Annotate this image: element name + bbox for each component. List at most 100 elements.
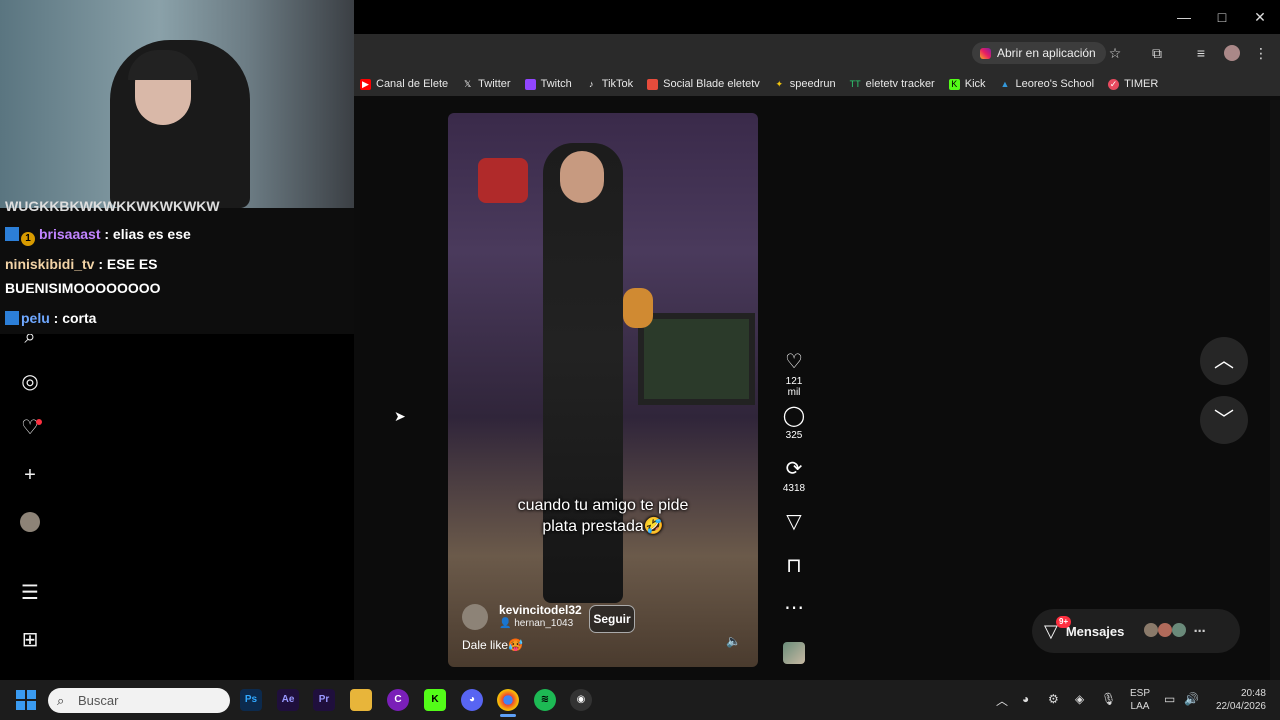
notification-dot: [36, 419, 42, 425]
author-username[interactable]: kevincitodel32: [499, 603, 582, 617]
bookmark-speedrun[interactable]: ✦ speedrun: [774, 78, 835, 90]
address-bar[interactable]: [354, 34, 1280, 72]
microphone-icon[interactable]: 🎙: [1101, 692, 1116, 706]
instagram-icon: [980, 47, 991, 59]
more-options-action[interactable]: ⋯: [780, 596, 808, 620]
profile-avatar-nav[interactable]: [20, 512, 40, 532]
repost-action[interactable]: ⟳ 4318: [780, 457, 808, 494]
chrome-icon[interactable]: [497, 689, 519, 711]
audio-thumbnail[interactable]: [783, 642, 805, 664]
author-avatar[interactable]: [462, 604, 488, 630]
bookmark-canal-de-elete[interactable]: ▶ Canal de Elete: [360, 78, 448, 90]
menu-icon[interactable]: ⋮: [1252, 44, 1270, 62]
chevron-up-icon: ︿: [1214, 350, 1234, 372]
volume-icon[interactable]: 🔈: [726, 634, 741, 648]
send-icon[interactable]: ▽: [780, 510, 808, 534]
comment-action[interactable]: ◯ 325: [780, 404, 808, 441]
search-icon: ⌕: [57, 693, 65, 708]
explore-icon[interactable]: ◎: [18, 370, 42, 394]
timer-icon: ✓: [1108, 78, 1120, 90]
twitch-icon: [524, 78, 536, 90]
more-menu-icon[interactable]: ☰: [18, 581, 42, 605]
bookmark-leoreos-school[interactable]: ▲ Leoreo's School: [1000, 78, 1095, 90]
taskbar-search-input[interactable]: ⌕ Buscar: [48, 688, 230, 713]
security-tray-icon[interactable]: ◈: [1075, 692, 1084, 706]
bookmark-tiktok[interactable]: ♪ TikTok: [586, 78, 633, 90]
comment-icon[interactable]: ◯: [780, 404, 808, 428]
avatar: [1171, 622, 1186, 637]
x-icon: 𝕏: [464, 78, 472, 89]
bookmark-icon[interactable]: ⊓: [780, 554, 808, 578]
volume-tray-icon[interactable]: 🔊: [1184, 692, 1199, 706]
bookmark-kick[interactable]: K Kick: [948, 78, 986, 90]
bookmark-twitter[interactable]: 𝕏 Twitter: [462, 78, 511, 90]
photoshop-icon[interactable]: Ps: [240, 689, 262, 711]
repost-icon[interactable]: ⟳: [780, 457, 808, 481]
follow-button[interactable]: Seguir: [589, 605, 635, 633]
bookmark-twitch[interactable]: Twitch: [524, 78, 572, 90]
chat-message: pelu : corta: [5, 310, 96, 326]
socialblade-icon: [647, 78, 659, 90]
more-dots-icon: ⋯: [1193, 624, 1206, 638]
discord-tray-icon[interactable]: ◕: [1022, 692, 1029, 706]
language-indicator[interactable]: ESP LAA: [1130, 687, 1150, 713]
speedrun-icon: ✦: [775, 78, 784, 89]
kick-app-icon[interactable]: K: [424, 689, 446, 711]
create-plus-icon[interactable]: +: [18, 463, 42, 487]
avatar: [1158, 622, 1173, 637]
apps-grid-icon[interactable]: ⊞: [18, 628, 42, 652]
share-action[interactable]: ▽: [780, 510, 808, 534]
youtube-play-button-decor: [478, 158, 528, 203]
tracker-icon: TT: [849, 78, 861, 89]
food-item: [623, 288, 653, 328]
avatar: [1144, 622, 1159, 637]
show-hidden-icons-icon[interactable]: ︿: [996, 692, 1008, 709]
school-icon: ▲: [1000, 78, 1010, 89]
save-action[interactable]: ⊓: [780, 554, 808, 578]
chat-message-continued: BUENISIMOOOOOOOO: [5, 280, 161, 296]
extensions-icon[interactable]: ⧉: [1148, 44, 1166, 62]
tiktok-icon: ♪: [589, 78, 594, 89]
steam-tray-icon[interactable]: ⚙: [1048, 692, 1059, 706]
person-icon: 👤: [499, 618, 515, 629]
bookmark-social-blade[interactable]: Social Blade eletetv: [647, 78, 760, 90]
clock[interactable]: 20:48 22/04/2026: [1208, 687, 1266, 713]
discord-icon[interactable]: ◕: [461, 689, 483, 711]
messages-label: Mensajes: [1065, 623, 1125, 639]
after-effects-icon[interactable]: Ae: [277, 689, 299, 711]
collab-username[interactable]: 👤 hernan_1043: [499, 618, 573, 629]
previous-reel-button[interactable]: ︿: [1200, 337, 1248, 385]
bookmark-timer[interactable]: ✓ TIMER: [1108, 78, 1158, 90]
like-action[interactable]: ♡ 121 mil: [780, 350, 808, 398]
open-in-app-button[interactable]: Abrir en aplicación: [972, 42, 1106, 64]
minimize-button[interactable]: —: [1170, 6, 1198, 28]
file-explorer-icon[interactable]: [350, 689, 372, 711]
spotify-icon[interactable]: ≋: [534, 689, 556, 711]
scrollbar[interactable]: [1270, 100, 1280, 680]
reel-video[interactable]: [448, 113, 758, 667]
more-dots-icon[interactable]: ⋯: [780, 596, 808, 620]
windows-start-icon[interactable]: [16, 690, 36, 710]
next-reel-button[interactable]: ﹀: [1200, 396, 1248, 444]
comment-count: 325: [785, 430, 803, 441]
sub-badge-icon: [5, 311, 19, 325]
chevron-down-icon: ﹀: [1214, 409, 1234, 431]
sub-badge-icon: [5, 227, 19, 241]
close-button[interactable]: ✕: [1246, 6, 1274, 28]
profile-avatar[interactable]: [1224, 45, 1240, 61]
video-caption: cuando tu amigo te pide plata prestada🤣: [517, 497, 689, 535]
network-icon[interactable]: ▭: [1164, 692, 1175, 706]
maximize-button[interactable]: □: [1208, 6, 1236, 28]
messages-button[interactable]: ▽ 9+ Mensajes ⋯: [1032, 609, 1240, 653]
premiere-icon[interactable]: Pr: [313, 689, 335, 711]
heart-icon[interactable]: ♡: [780, 350, 808, 374]
canva-icon[interactable]: C: [387, 689, 409, 711]
bookmark-eletetv-tracker[interactable]: TT eletetv tracker: [850, 78, 935, 90]
star-icon[interactable]: ☆: [1106, 44, 1124, 62]
obs-icon[interactable]: ◉: [570, 689, 592, 711]
tv-screen: [638, 313, 755, 405]
person-face: [560, 151, 604, 203]
kick-icon: K: [948, 78, 960, 90]
video-description: Dale like🥵: [462, 638, 523, 652]
media-control-icon[interactable]: ≡: [1192, 44, 1210, 62]
